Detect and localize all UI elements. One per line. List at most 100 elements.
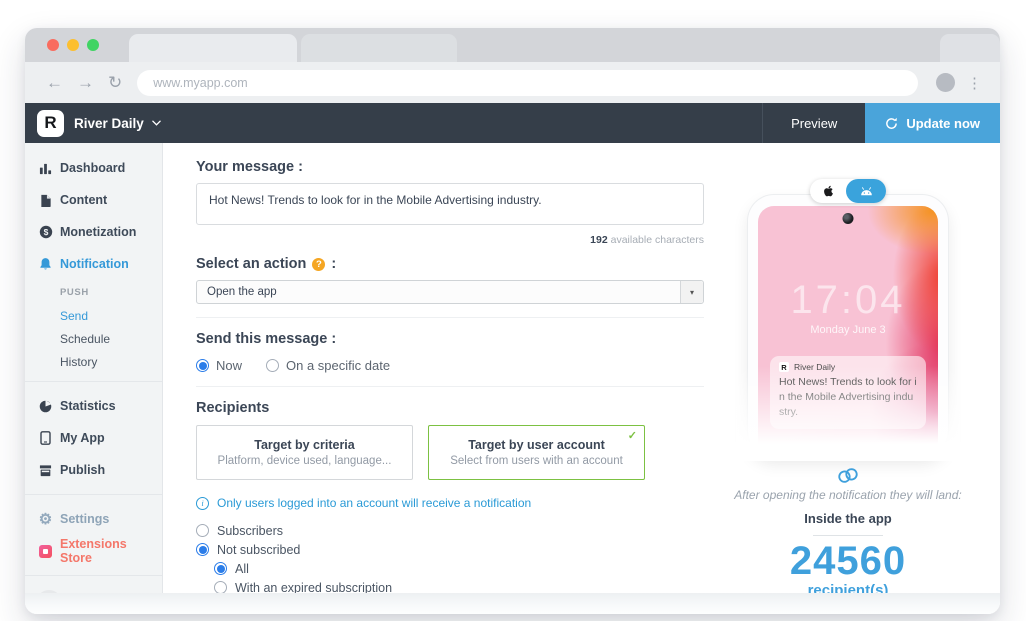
chars-label: available characters (611, 234, 704, 246)
available-characters: 192 available characters (196, 234, 704, 246)
send-options: Now On a specific date (196, 358, 704, 373)
radio-now[interactable]: Now (196, 358, 242, 373)
phone-mockup: 17:04 Monday June 3 R River Daily Hot Ne… (748, 195, 948, 457)
sidebar-item-schedule[interactable]: Schedule (25, 327, 162, 350)
browser-profile-avatar[interactable] (936, 73, 955, 92)
refresh-icon[interactable]: ↻ (101, 74, 129, 91)
landing-caption: After opening the notification they will… (708, 488, 988, 502)
preview-panel: 17:04 Monday June 3 R River Daily Hot Ne… (708, 143, 988, 599)
svg-text:$: $ (43, 227, 48, 237)
landing-destination: Inside the app (708, 511, 988, 526)
info-text: Only users logged into an account will r… (217, 496, 531, 510)
help-icon[interactable]: ? (312, 258, 325, 271)
radio-not-subscribed[interactable]: Not subscribed (196, 540, 704, 559)
browser-menu-icon[interactable]: ⋮ (963, 74, 986, 92)
phone-time: 17:04 (758, 278, 938, 323)
browser-tab-3[interactable] (940, 34, 1000, 62)
smartphone-icon (38, 431, 53, 445)
sidebar-item-extensions-store[interactable]: Extensions Store (25, 535, 162, 567)
address-bar[interactable]: www.myapp.com (137, 70, 918, 96)
link-icon (833, 463, 863, 487)
check-icon: ✓ (628, 429, 637, 442)
update-now-button[interactable]: Update now (865, 103, 1000, 143)
close-window-button[interactable] (47, 39, 59, 51)
message-label: Your message : (196, 159, 704, 175)
radio-icon (196, 543, 209, 556)
window-bottom-edge (25, 593, 1000, 614)
target-by-user-account-card[interactable]: ✓ Target by user account Select from use… (428, 425, 645, 480)
phone-camera (843, 213, 854, 224)
notification-app-icon: R (779, 362, 789, 372)
gear-icon: ⚙ (38, 512, 53, 527)
divider (196, 386, 704, 387)
action-select[interactable]: Open the app ▾ (196, 280, 704, 304)
info-note: i Only users logged into an account will… (196, 496, 704, 510)
radio-icon (196, 524, 209, 537)
radio-icon (266, 359, 279, 372)
phone-date: Monday June 3 (758, 324, 938, 336)
chevron-down-icon (152, 120, 161, 126)
apple-toggle-button[interactable] (810, 185, 846, 197)
app-header: R River Daily Preview Update now (25, 103, 1000, 143)
main-content: Your message : Hot News! Trends to look … (163, 143, 1000, 614)
android-icon (858, 185, 875, 197)
storefront-icon (38, 464, 53, 477)
divider (813, 535, 883, 536)
send-label: Send this message : (196, 331, 704, 347)
radio-all[interactable]: All (214, 559, 704, 578)
phone-frame: 17:04 Monday June 3 R River Daily Hot Ne… (748, 195, 948, 457)
bell-icon (38, 257, 53, 271)
radio-icon (196, 359, 209, 372)
bar-chart-icon (38, 162, 53, 175)
sidebar-item-content[interactable]: Content (25, 184, 162, 216)
recipients-title: Recipients (196, 400, 704, 416)
app-switcher[interactable]: River Daily (74, 103, 161, 143)
recipient-count: 24560 (708, 540, 988, 582)
info-icon: i (196, 497, 209, 510)
dropdown-arrow-icon: ▾ (680, 281, 703, 303)
sidebar-divider (25, 381, 162, 382)
preview-button[interactable]: Preview (762, 103, 865, 143)
app-logo: R (37, 110, 64, 137)
action-select-value: Open the app (197, 286, 680, 298)
sidebar-item-publish[interactable]: Publish (25, 454, 162, 486)
radio-specific-date[interactable]: On a specific date (266, 358, 390, 373)
extensions-store-icon (38, 545, 53, 558)
minimize-window-button[interactable] (67, 39, 79, 51)
browser-tab-2[interactable] (301, 34, 457, 62)
radio-icon (214, 562, 227, 575)
message-input[interactable]: Hot News! Trends to look for in the Mobi… (196, 183, 704, 225)
browser-window: ← → ↻ www.myapp.com ⋮ R River Daily Prev… (25, 28, 1000, 614)
sidebar-item-dashboard[interactable]: Dashboard (25, 152, 162, 184)
url-text: www.myapp.com (153, 76, 247, 90)
dollar-circle-icon: $ (38, 225, 53, 239)
app-name: River Daily (74, 116, 144, 131)
phone-screen: 17:04 Monday June 3 R River Daily Hot Ne… (758, 206, 938, 457)
android-toggle-button[interactable] (846, 179, 886, 203)
sidebar-item-monetization[interactable]: $ Monetization (25, 216, 162, 248)
browser-tabbar (25, 28, 1000, 62)
page-body: Dashboard Content $ Monetization Notific… (25, 143, 1000, 614)
sidebar-divider (25, 494, 162, 495)
sidebar-divider (25, 575, 162, 576)
radio-subscribers[interactable]: Subscribers (196, 521, 704, 540)
sidebar-item-notification[interactable]: Notification (25, 248, 162, 280)
target-cards: Target by criteria Platform, device used… (196, 425, 704, 480)
document-icon (38, 194, 53, 207)
window-controls (47, 39, 99, 51)
notification-app-name: River Daily (794, 362, 835, 372)
zoom-window-button[interactable] (87, 39, 99, 51)
action-colon: : (331, 256, 336, 272)
target-by-criteria-card[interactable]: Target by criteria Platform, device used… (196, 425, 413, 480)
chars-count: 192 (590, 234, 608, 246)
forward-icon[interactable]: → (70, 74, 101, 91)
sidebar-item-statistics[interactable]: Statistics (25, 390, 162, 422)
apple-icon (823, 185, 834, 197)
sidebar-item-my-app[interactable]: My App (25, 422, 162, 454)
sidebar-item-settings[interactable]: ⚙ Settings (25, 503, 162, 535)
browser-tab-active[interactable] (129, 34, 297, 62)
sidebar-item-send[interactable]: Send (25, 304, 162, 327)
back-icon[interactable]: ← (39, 74, 70, 91)
landing-info: After opening the notification they will… (708, 467, 988, 599)
sidebar-item-history[interactable]: History (25, 350, 162, 373)
